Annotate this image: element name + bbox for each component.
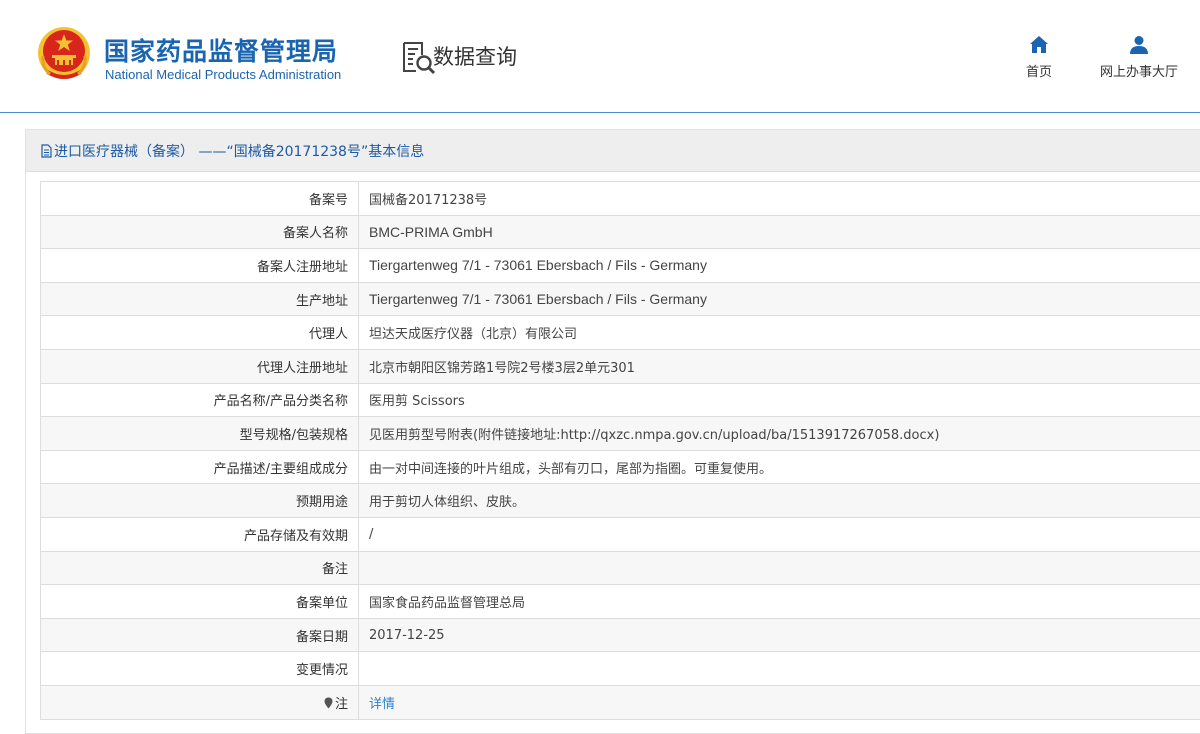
- nav-online-service-label: 网上办事大厅: [1099, 65, 1178, 80]
- table-row: 产品名称/产品分类名称 医用剪 Scissors: [40, 382, 1200, 418]
- row-label-storage-validity: 产品存储及有效期: [40, 516, 359, 552]
- row-label-note-text: 注: [334, 696, 348, 712]
- document-icon: [41, 144, 52, 158]
- table-row: 产品存储及有效期 /: [40, 516, 1200, 552]
- row-label-filing-date: 备案日期: [40, 617, 359, 653]
- row-value-production-address: Tiergartenweg 7/1 - 73061 Ebersbach / Fi…: [358, 281, 1200, 317]
- row-label-changes: 变更情况: [40, 651, 359, 686]
- table-row: 代理人注册地址 北京市朝阳区锦芳路1号院2号楼3层2单元301: [40, 348, 1200, 384]
- row-label-production-address: 生产地址: [40, 281, 359, 317]
- row-value-filer-name: BMC-PRIMA GmbH: [358, 214, 1200, 250]
- row-label-filer-name: 备案人名称: [40, 214, 359, 250]
- nav-home-link[interactable]: 首页: [1018, 35, 1060, 80]
- site-header: 国家药品监督管理局 National Medical Products Admi…: [0, 0, 1200, 113]
- row-label-filer-address: 备案人注册地址: [40, 248, 359, 283]
- row-value-intended-use: 用于剪切人体组织、皮肤。: [358, 483, 1200, 518]
- row-label-remarks: 备注: [40, 550, 359, 586]
- row-value-filing-number: 国械备20171238号: [358, 181, 1200, 216]
- pin-icon: [324, 697, 333, 709]
- row-value-model-spec: 见医用剪型号附表(附件链接地址:http://qxzc.nmpa.gov.cn/…: [358, 416, 1200, 451]
- row-label-product-name: 产品名称/产品分类名称: [40, 382, 359, 418]
- row-label-agent: 代理人: [40, 315, 359, 350]
- table-row: 预期用途 用于剪切人体组织、皮肤。: [40, 483, 1200, 518]
- row-label-filing-number: 备案号: [40, 181, 359, 216]
- row-value-storage-validity: /: [358, 516, 1200, 552]
- row-label-filing-unit: 备案单位: [40, 584, 359, 619]
- row-value-note: 详情: [358, 684, 1200, 720]
- user-icon: [1130, 36, 1148, 54]
- table-row: 备案日期 2017-12-25: [40, 617, 1200, 653]
- detail-panel: 进口医疗器械（备案） ——“国械备20171238号”基本信息 备案号 国械备2…: [25, 129, 1200, 734]
- row-label-model-spec: 型号规格/包装规格: [40, 416, 359, 451]
- nav-online-service-link[interactable]: 网上办事大厅: [1092, 35, 1186, 80]
- record-info-table: 备案号 国械备20171238号 备案人名称 BMC-PRIMA GmbH 备案…: [40, 181, 1200, 720]
- table-row: 备案人注册地址 Tiergartenweg 7/1 - 73061 Ebersb…: [40, 248, 1200, 283]
- panel-title: 进口医疗器械（备案） ——“国械备20171238号”基本信息: [54, 144, 425, 160]
- panel-header: 进口医疗器械（备案） ——“国械备20171238号”基本信息: [26, 130, 1200, 172]
- row-value-filing-date: 2017-12-25: [358, 617, 1200, 653]
- row-value-agent-address: 北京市朝阳区锦芳路1号院2号楼3层2单元301: [358, 348, 1200, 384]
- row-value-changes: [358, 651, 1200, 686]
- table-row: 生产地址 Tiergartenweg 7/1 - 73061 Ebersbach…: [40, 281, 1200, 317]
- row-value-agent: 坦达天成医疗仪器（北京）有限公司: [358, 315, 1200, 350]
- data-query-icon: [403, 42, 436, 75]
- table-row: 型号规格/包装规格 见医用剪型号附表(附件链接地址:http://qxzc.nm…: [40, 416, 1200, 451]
- row-value-product-name: 医用剪 Scissors: [358, 382, 1200, 418]
- row-value-filing-unit: 国家食品药品监督管理总局: [358, 584, 1200, 619]
- site-logo-subtitle[interactable]: National Medical Products Administration: [105, 67, 341, 82]
- row-label-agent-address: 代理人注册地址: [40, 348, 359, 384]
- row-label-description: 产品描述/主要组成成分: [40, 449, 359, 485]
- table-row: 变更情况: [40, 651, 1200, 686]
- nav-home-label: 首页: [1025, 65, 1052, 80]
- row-value-filer-address: Tiergartenweg 7/1 - 73061 Ebersbach / Fi…: [358, 248, 1200, 283]
- details-link[interactable]: 详情: [369, 697, 395, 712]
- site-logo-title[interactable]: 国家药品监督管理局: [104, 32, 338, 68]
- table-row: 备注: [40, 550, 1200, 586]
- table-row: 备案人名称 BMC-PRIMA GmbH: [40, 214, 1200, 250]
- table-row: 产品描述/主要组成成分 由一对中间连接的叶片组成，头部有刃口，尾部为指圈。可重复…: [40, 449, 1200, 485]
- row-value-remarks: [358, 550, 1200, 586]
- home-icon: [1030, 36, 1048, 53]
- national-emblem-icon: [38, 27, 90, 79]
- row-label-intended-use: 预期用途: [40, 483, 359, 518]
- row-label-note: 注: [40, 684, 359, 720]
- row-value-description: 由一对中间连接的叶片组成，头部有刃口，尾部为指圈。可重复使用。: [358, 449, 1200, 485]
- page-section-title: 数据查询: [433, 45, 517, 69]
- table-row: 代理人 坦达天成医疗仪器（北京）有限公司: [40, 315, 1200, 350]
- table-row: 备案号 国械备20171238号: [40, 181, 1200, 216]
- table-row: 注 详情: [40, 684, 1200, 720]
- table-row: 备案单位 国家食品药品监督管理总局: [40, 584, 1200, 619]
